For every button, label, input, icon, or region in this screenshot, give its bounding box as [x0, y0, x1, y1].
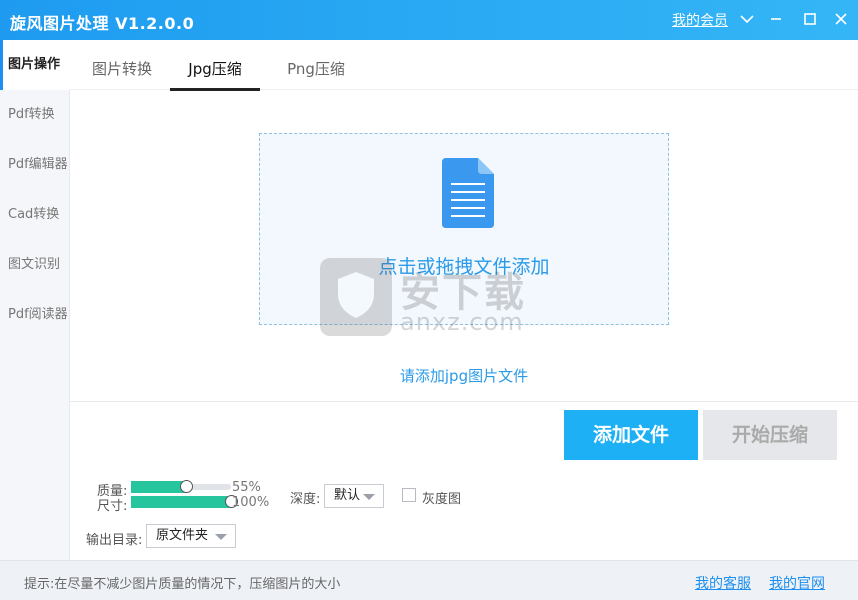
- footer-tip: 提示:在尽量不减少图片质量的情况下，压缩图片的大小: [24, 577, 341, 592]
- quality-slider[interactable]: [131, 480, 231, 493]
- quality-slider-knob[interactable]: [180, 480, 193, 493]
- depth-select[interactable]: 默认: [324, 484, 384, 508]
- sidebar-item-cad-convert[interactable]: Cad转换: [0, 190, 70, 240]
- sidebar-item-ocr[interactable]: 图文识别: [0, 240, 70, 290]
- sidebar-item-image-ops[interactable]: 图片操作: [0, 40, 70, 90]
- output-dir-value: 原文件夹: [156, 528, 209, 543]
- depth-label: 深度:: [290, 492, 321, 507]
- depth-select-value: 默认: [334, 488, 361, 503]
- drop-zone-label: 点击或拖拽文件添加: [378, 256, 550, 278]
- document-icon: [442, 158, 494, 228]
- chevron-down-icon: [215, 534, 227, 540]
- grayscale-checkbox[interactable]: [402, 488, 416, 502]
- official-website-link[interactable]: 我的官网: [769, 573, 825, 593]
- size-label: 尺寸:: [97, 499, 128, 514]
- title-bar: 旋风图片处理 V1.2.0.0 我的会员: [0, 0, 858, 40]
- close-icon[interactable]: [830, 8, 852, 30]
- status-footer: 提示:在尽量不减少图片质量的情况下，压缩图片的大小 我的客服 我的官网: [0, 560, 858, 600]
- settings-icon[interactable]: [736, 8, 758, 30]
- add-file-button[interactable]: 添加文件: [564, 410, 698, 460]
- window-title: 旋风图片处理 V1.2.0.0: [10, 14, 195, 33]
- add-jpg-hint-link[interactable]: 请添加jpg图片文件: [0, 365, 858, 386]
- grayscale-label: 灰度图: [422, 492, 462, 507]
- file-drop-zone[interactable]: 点击或拖拽文件添加: [259, 133, 669, 325]
- size-percent: 100%: [232, 495, 270, 510]
- tab-jpg-compress[interactable]: Jpg压缩: [170, 40, 260, 91]
- start-compress-button[interactable]: 开始压缩: [703, 410, 837, 460]
- maximize-icon[interactable]: [799, 8, 821, 30]
- my-member-link[interactable]: 我的会员: [672, 10, 728, 30]
- section-divider: [70, 401, 858, 402]
- quality-percent: 55%: [232, 480, 261, 495]
- size-slider-fill: [131, 496, 231, 508]
- output-dir-label: 输出目录:: [86, 533, 143, 548]
- tab-bar: 图片转换 Jpg压缩 Png压缩: [70, 40, 858, 91]
- chevron-down-icon: [363, 494, 375, 500]
- tab-png-compress[interactable]: Png压缩: [276, 40, 356, 90]
- quality-slider-fill: [131, 481, 186, 493]
- output-dir-select[interactable]: 原文件夹: [146, 524, 236, 548]
- customer-service-link[interactable]: 我的客服: [695, 573, 751, 593]
- sidebar-item-pdf-editor[interactable]: Pdf编辑器: [0, 140, 70, 190]
- sidebar-item-pdf-convert[interactable]: Pdf转换: [0, 90, 70, 140]
- sidebar: 图片操作 Pdf转换 Pdf编辑器 Cad转换 图文识别 Pdf阅读器: [0, 40, 70, 560]
- minimize-icon[interactable]: [765, 8, 787, 30]
- size-slider[interactable]: [131, 495, 238, 508]
- sidebar-item-pdf-reader[interactable]: Pdf阅读器: [0, 290, 70, 340]
- tab-image-convert[interactable]: 图片转换: [82, 40, 162, 90]
